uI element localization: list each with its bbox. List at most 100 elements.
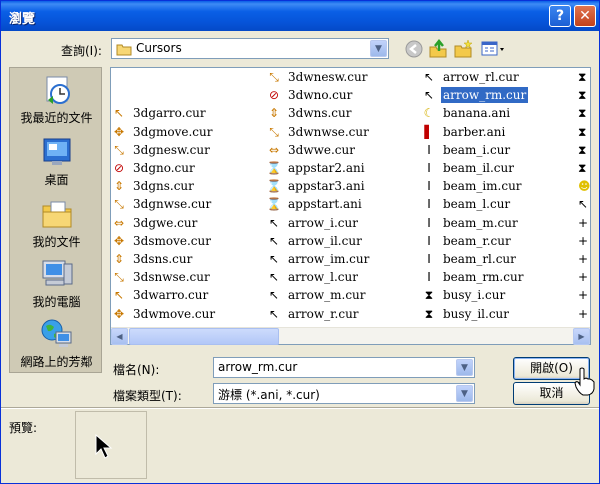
cursor-file-icon: ☾ — [423, 106, 435, 121]
file-name: arrow_im.cur — [288, 252, 370, 266]
cursor-file-icon: I — [427, 233, 431, 248]
cursor-file-icon: ⇕ — [268, 106, 280, 121]
desktop-icon — [40, 136, 74, 168]
cursor-file-icon: ✥ — [113, 306, 125, 321]
cursor-file-icon[interactable]: ⧗ — [578, 105, 586, 121]
cursor-file-icon: ⤡ — [114, 197, 124, 212]
cursor-file-icon[interactable]: + — [578, 269, 588, 285]
arrow-left-icon: ◀ — [116, 332, 123, 341]
place-my-computer[interactable]: 我的電腦 — [10, 258, 103, 310]
cursor-file-icon: I — [427, 215, 431, 230]
cursor-file-icon: ✥ — [113, 233, 125, 248]
help-button[interactable]: ? — [549, 5, 571, 27]
file-name: arrow_l.cur — [288, 270, 358, 285]
cursor-file-icon: ⇕ — [113, 252, 125, 266]
browse-dialog: 瀏覽 ? ✕ 查詢(I): Cursors ▼ 我最近的文件 桌面 我的文件 我… — [0, 0, 600, 484]
filename-field[interactable]: arrow_rm.cur ▼ — [213, 357, 475, 378]
filename-dropdown-button[interactable]: ▼ — [456, 359, 473, 376]
cursor-file-icon[interactable]: + — [578, 251, 588, 267]
places-bar: 我最近的文件 桌面 我的文件 我的電腦 網路上的芳鄰 — [9, 67, 102, 373]
place-my-documents[interactable]: 我的文件 — [10, 198, 103, 250]
cursor-file-icon: ↖ — [268, 288, 280, 303]
place-recent-documents[interactable]: 我最近的文件 — [10, 74, 103, 126]
cursor-file-icon: I — [427, 161, 431, 175]
cursor-file-icon: ↖ — [423, 88, 435, 103]
cursor-file-icon: I — [427, 142, 431, 157]
chevron-down-icon: ▼ — [461, 362, 468, 373]
back-button[interactable] — [403, 38, 425, 60]
place-desktop[interactable]: 桌面 — [10, 136, 103, 188]
scroll-right-button[interactable]: ▶ — [573, 328, 590, 345]
cursor-file-icon[interactable]: ⧗ — [578, 142, 586, 158]
file-name: beam_r.cur — [443, 233, 511, 248]
title-bar[interactable]: 瀏覽 ? ✕ — [1, 1, 599, 31]
file-name: beam_rm.cur — [443, 270, 524, 285]
my-documents-icon — [40, 198, 74, 230]
lookin-combo[interactable]: Cursors ▼ — [111, 38, 389, 59]
arrow-right-icon: ▶ — [578, 332, 585, 341]
lookin-value: Cursors — [136, 41, 182, 55]
file-name: busy_il.cur — [443, 306, 510, 321]
file-name: 3dgarro.cur — [133, 106, 206, 121]
cursor-file-icon: ⤡ — [269, 70, 279, 84]
new-folder-icon — [454, 39, 473, 58]
chevron-down-icon: ▼ — [375, 43, 382, 54]
file-name: beam_im.cur — [443, 179, 522, 194]
window-title: 瀏覽 — [9, 12, 36, 27]
cursor-file-icon: ⧗ — [424, 306, 434, 321]
cursor-file-icon: ✥ — [113, 124, 125, 139]
file-name: 3dwarro.cur — [133, 288, 209, 303]
recent-documents-icon — [40, 74, 74, 106]
place-label: 我最近的文件 — [20, 111, 93, 125]
file-name: 3dgnesw.cur — [133, 142, 210, 157]
close-button[interactable]: ✕ — [574, 5, 596, 27]
view-menu-button[interactable] — [479, 38, 507, 60]
file-name: 3dwno.cur — [288, 88, 353, 103]
cursor-file-icon[interactable]: + — [578, 215, 588, 231]
file-name: beam_l.cur — [443, 197, 511, 212]
cursor-file-icon[interactable]: ☻ — [578, 178, 590, 194]
place-label: 我的文件 — [32, 235, 81, 249]
cursor-file-icon[interactable]: ⧗ — [578, 124, 586, 140]
cursor-file-icon: ↖ — [113, 288, 125, 303]
cursor-file-icon[interactable]: ⧗ — [578, 160, 586, 176]
cursor-file-icon[interactable]: ⧗ — [578, 87, 586, 103]
cursor-file-icon[interactable]: + — [578, 233, 588, 249]
horizontal-scrollbar[interactable]: ◀ ▶ — [111, 327, 590, 345]
scroll-left-button[interactable]: ◀ — [111, 328, 128, 345]
up-folder-icon — [429, 39, 447, 58]
cursor-file-icon: ⤡ — [269, 124, 279, 139]
file-name: busy_i.cur — [443, 288, 506, 303]
place-label: 桌面 — [44, 173, 69, 187]
file-name: arrow_rl.cur — [443, 70, 519, 84]
filetype-dropdown-button[interactable]: ▼ — [456, 385, 473, 402]
cursor-file-icon: ⇔ — [268, 142, 280, 157]
lookin-dropdown-button[interactable]: ▼ — [370, 40, 387, 57]
my-computer-icon — [40, 258, 74, 290]
cursor-file-icon: ⇕ — [113, 179, 125, 194]
cursor-file-icon[interactable]: ⧗ — [578, 69, 586, 85]
network-places-icon — [40, 318, 74, 350]
separator — [1, 407, 599, 409]
cursor-file-icon[interactable]: + — [578, 306, 588, 322]
filetype-select[interactable]: 游標 (*.ani, *.cur) ▼ — [213, 383, 475, 404]
cursor-file-icon: ⤡ — [114, 142, 124, 157]
place-network-places[interactable]: 網路上的芳鄰 — [10, 318, 103, 370]
file-name: 3dgwe.cur — [133, 215, 198, 230]
scroll-thumb[interactable] — [129, 328, 279, 345]
cursor-file-icon[interactable]: ↖ — [578, 196, 588, 212]
cursor-file-icon: ⊘ — [113, 161, 125, 175]
up-folder-button[interactable] — [427, 38, 449, 60]
file-name: appstar3.ani — [288, 179, 365, 194]
cursor-file-icon: ↖ — [268, 252, 280, 266]
cursor-file-icon: ⌛ — [266, 197, 282, 212]
file-list[interactable]: ↖ 3dgarro.cur ✥ 3dgmove.cur ⤡ 3dgnesw.cur ⊘ 3dg… — [110, 67, 591, 345]
cursor-file-icon: ⧗ — [424, 288, 434, 303]
new-folder-button[interactable] — [452, 38, 474, 60]
file-name: beam_rl.cur — [443, 252, 516, 266]
view-menu-icon — [481, 41, 504, 56]
file-name: beam_il.cur — [443, 161, 514, 175]
cursor-file-icon[interactable]: + — [578, 287, 588, 303]
cursor-file-icon: I — [427, 179, 431, 194]
cursor-file-icon: ↖ — [423, 70, 435, 84]
